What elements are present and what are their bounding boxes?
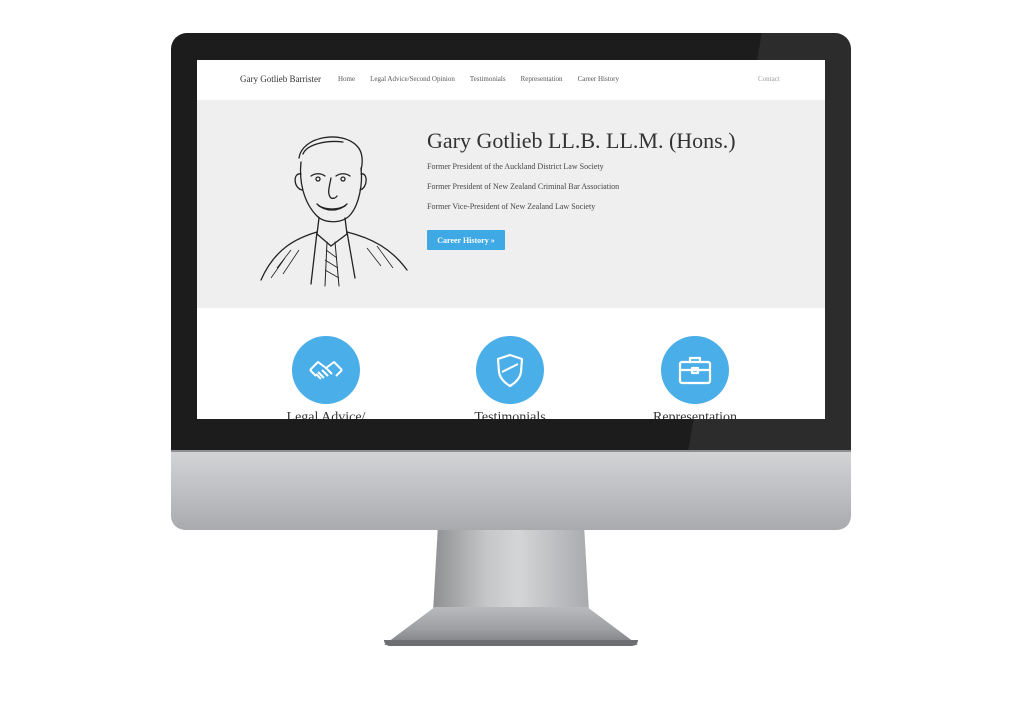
portrait-sketch xyxy=(260,136,408,287)
service-label-legal-advice[interactable]: Legal Advice/ xyxy=(256,410,396,419)
service-label-testimonials[interactable]: Testimonials xyxy=(440,410,580,419)
hero-credential-2: Former President of New Zealand Criminal… xyxy=(427,182,620,191)
monitor-stand-neck xyxy=(433,530,589,612)
representation-circle[interactable] xyxy=(661,336,729,404)
shield-icon xyxy=(496,353,524,388)
nav-link-career-history[interactable]: Career History xyxy=(578,75,619,83)
website-screen: Gary Gotlieb Barrister Home Legal Advice… xyxy=(197,60,825,419)
hero-credential-1: Former President of the Auckland Distric… xyxy=(427,162,604,171)
nav-link-home[interactable]: Home xyxy=(338,75,355,83)
service-label-representation[interactable]: Representation xyxy=(625,410,765,419)
nav-links: Home Legal Advice/Second Opinion Testimo… xyxy=(338,75,619,83)
nav-link-legal-advice[interactable]: Legal Advice/Second Opinion xyxy=(370,75,455,83)
career-history-button[interactable]: Career History » xyxy=(427,230,505,250)
testimonials-circle[interactable] xyxy=(476,336,544,404)
hero-title: Gary Gotlieb LL.B. LL.M. (Hons.) xyxy=(427,128,736,153)
legal-advice-circle[interactable] xyxy=(292,336,360,404)
monitor-chin xyxy=(171,450,851,530)
monitor-stand-edge xyxy=(384,640,638,646)
briefcase-icon xyxy=(678,356,712,385)
top-navigation: Gary Gotlieb Barrister Home Legal Advice… xyxy=(197,60,825,100)
hero-credential-3: Former Vice-President of New Zealand Law… xyxy=(427,202,596,211)
nav-link-testimonials[interactable]: Testimonials xyxy=(470,75,506,83)
handshake-icon xyxy=(309,361,343,380)
nav-link-contact[interactable]: Contact xyxy=(758,75,780,83)
hero-section: Gary Gotlieb LL.B. LL.M. (Hons.) Former … xyxy=(197,100,825,308)
nav-link-representation[interactable]: Representation xyxy=(521,75,563,83)
site-brand[interactable]: Gary Gotlieb Barrister xyxy=(240,74,321,84)
